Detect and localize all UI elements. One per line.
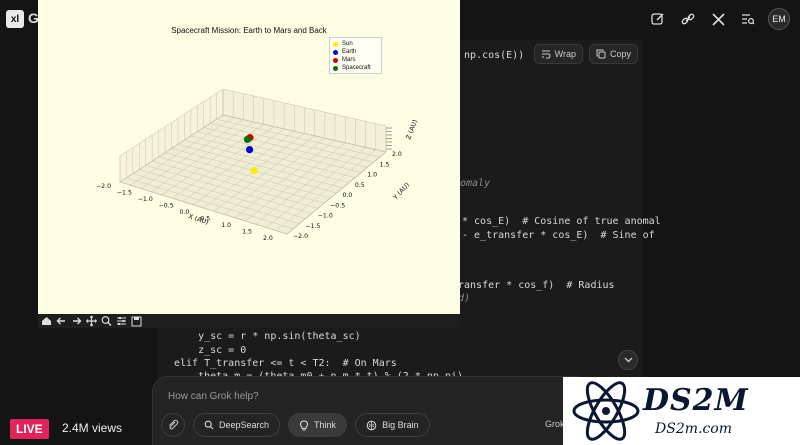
code-line: np.cos(E)) [464, 50, 525, 61]
copy-label: Copy [609, 49, 631, 59]
chevron-down-icon [624, 357, 632, 363]
plot-toolbar [38, 314, 460, 328]
y-tick-label: −1.0 [318, 213, 333, 220]
legend-item: Spacecraft [333, 64, 378, 72]
code-line: elif T_transfer <= t < T2: # On Mars [174, 358, 397, 369]
search-icon [204, 420, 214, 430]
atom-logo-icon [572, 381, 640, 441]
save-icon[interactable] [130, 315, 143, 327]
brain-icon [366, 420, 377, 430]
grok-logo[interactable]: xl [6, 10, 24, 28]
y-tick-label: 0.0 [343, 192, 353, 199]
x-tick-label: −0.5 [159, 203, 174, 210]
x-tick-label: 1.0 [221, 222, 231, 229]
code-line: y_sc = r * np.sin(theta_sc) [174, 331, 361, 342]
code-actions: Wrap Copy [533, 44, 638, 64]
x-tick-label: −1.5 [117, 190, 132, 197]
view-count: 2.4M views [62, 421, 123, 435]
deepsearch-label: DeepSearch [219, 420, 270, 430]
pan-icon[interactable] [85, 315, 98, 327]
legend-item: Earth [333, 48, 378, 56]
lightbulb-icon [300, 419, 309, 430]
watermark-title: DS2M [643, 383, 749, 418]
data-point-earth [245, 146, 254, 154]
live-badge: LIVE [10, 419, 49, 439]
y-tick-label: 1.0 [367, 172, 377, 179]
configure-icon[interactable] [115, 315, 128, 327]
search-list-icon[interactable] [738, 9, 758, 29]
code-line: z_sc = 0 [174, 345, 247, 356]
legend-marker [333, 57, 338, 63]
chart-plot-area: −2.0−1.5−1.0−0.50.00.51.01.52.0 −2.0−1.5−… [96, 88, 419, 242]
zoom-icon[interactable] [100, 315, 113, 327]
legend-item: Mars [333, 56, 378, 64]
forward-icon[interactable] [70, 315, 83, 327]
legend-label: Earth [342, 49, 357, 55]
x-axis-label: X (AU) [187, 212, 209, 226]
edit-icon[interactable] [648, 9, 668, 29]
x-tick-label: 2.0 [263, 235, 273, 242]
paperclip-icon [169, 419, 179, 430]
legend-marker [333, 49, 338, 55]
y-tick-label: 2.0 [392, 151, 402, 158]
legend-marker [333, 65, 338, 71]
wrap-icon [541, 50, 551, 58]
legend-label: Spacecraft [342, 65, 371, 71]
avatar[interactable]: EM [768, 8, 790, 30]
big-brain-button[interactable]: Big Brain [355, 413, 430, 437]
wrap-label: Wrap [554, 49, 576, 59]
y-tick-label: −1.5 [305, 223, 320, 230]
x-tick-label: −2.0 [96, 183, 111, 190]
code-line: * cos_E) # Cosine of true anomal [462, 216, 661, 227]
copy-icon [596, 49, 606, 59]
top-actions: EM [648, 8, 790, 30]
x-logo-icon[interactable] [708, 9, 728, 29]
home-icon[interactable] [40, 315, 53, 327]
code-line: - e_transfer * cos_E) # Sine of [462, 230, 655, 241]
prompt-input[interactable]: How can Grok help? [168, 391, 259, 402]
chart-legend: Sun Earth Mars Spacecraft [329, 37, 382, 74]
data-point-sun [250, 167, 258, 175]
y-tick-label: −0.5 [330, 202, 345, 209]
prompt-controls: DeepSearch Think Big Brain [161, 413, 430, 437]
watermark-subtitle: DS2m.com [655, 421, 732, 437]
legend-item: Sun [333, 40, 378, 48]
z-axis-label: Z (AU) [404, 118, 419, 140]
data-point-spacecraft [243, 135, 252, 143]
y-axis-label: Y (AU) [391, 181, 411, 202]
x-tick-label: 1.5 [242, 229, 252, 236]
think-label: Think [314, 420, 337, 430]
big-brain-label: Big Brain [382, 420, 419, 430]
legend-label: Sun [342, 41, 353, 47]
plot-window[interactable]: Spacecraft Mission: Earth to Mars and Ba… [38, 0, 460, 328]
scroll-down-button[interactable] [618, 350, 638, 370]
code-line: omaly [460, 178, 491, 189]
watermark: DS2M DS2m.com [563, 377, 800, 445]
y-tick-label: 0.5 [355, 182, 365, 189]
wrap-button[interactable]: Wrap [533, 44, 583, 64]
y-tick-label: −2.0 [293, 233, 308, 240]
prompt-box: How can Grok help? DeepSearch Think Big … [152, 376, 592, 445]
legend-label: Mars [342, 57, 356, 63]
copy-button[interactable]: Copy [588, 44, 638, 64]
app-root: xl G EM Wrap Copy np.cos(E)) omaly * cos… [0, 0, 800, 445]
legend-marker [333, 41, 338, 47]
back-icon[interactable] [55, 315, 68, 327]
attach-button[interactable] [161, 413, 185, 437]
link-icon[interactable] [678, 9, 698, 29]
deepsearch-button[interactable]: DeepSearch [193, 413, 281, 437]
x-tick-label: −1.0 [138, 196, 153, 203]
y-tick-label: 1.5 [380, 161, 390, 168]
think-button[interactable]: Think [288, 413, 348, 437]
model-selector[interactable]: Grok [545, 419, 565, 429]
x-tick-label: 0.0 [180, 209, 190, 216]
code-line: ransfer * cos_f) # Radius [458, 280, 615, 291]
